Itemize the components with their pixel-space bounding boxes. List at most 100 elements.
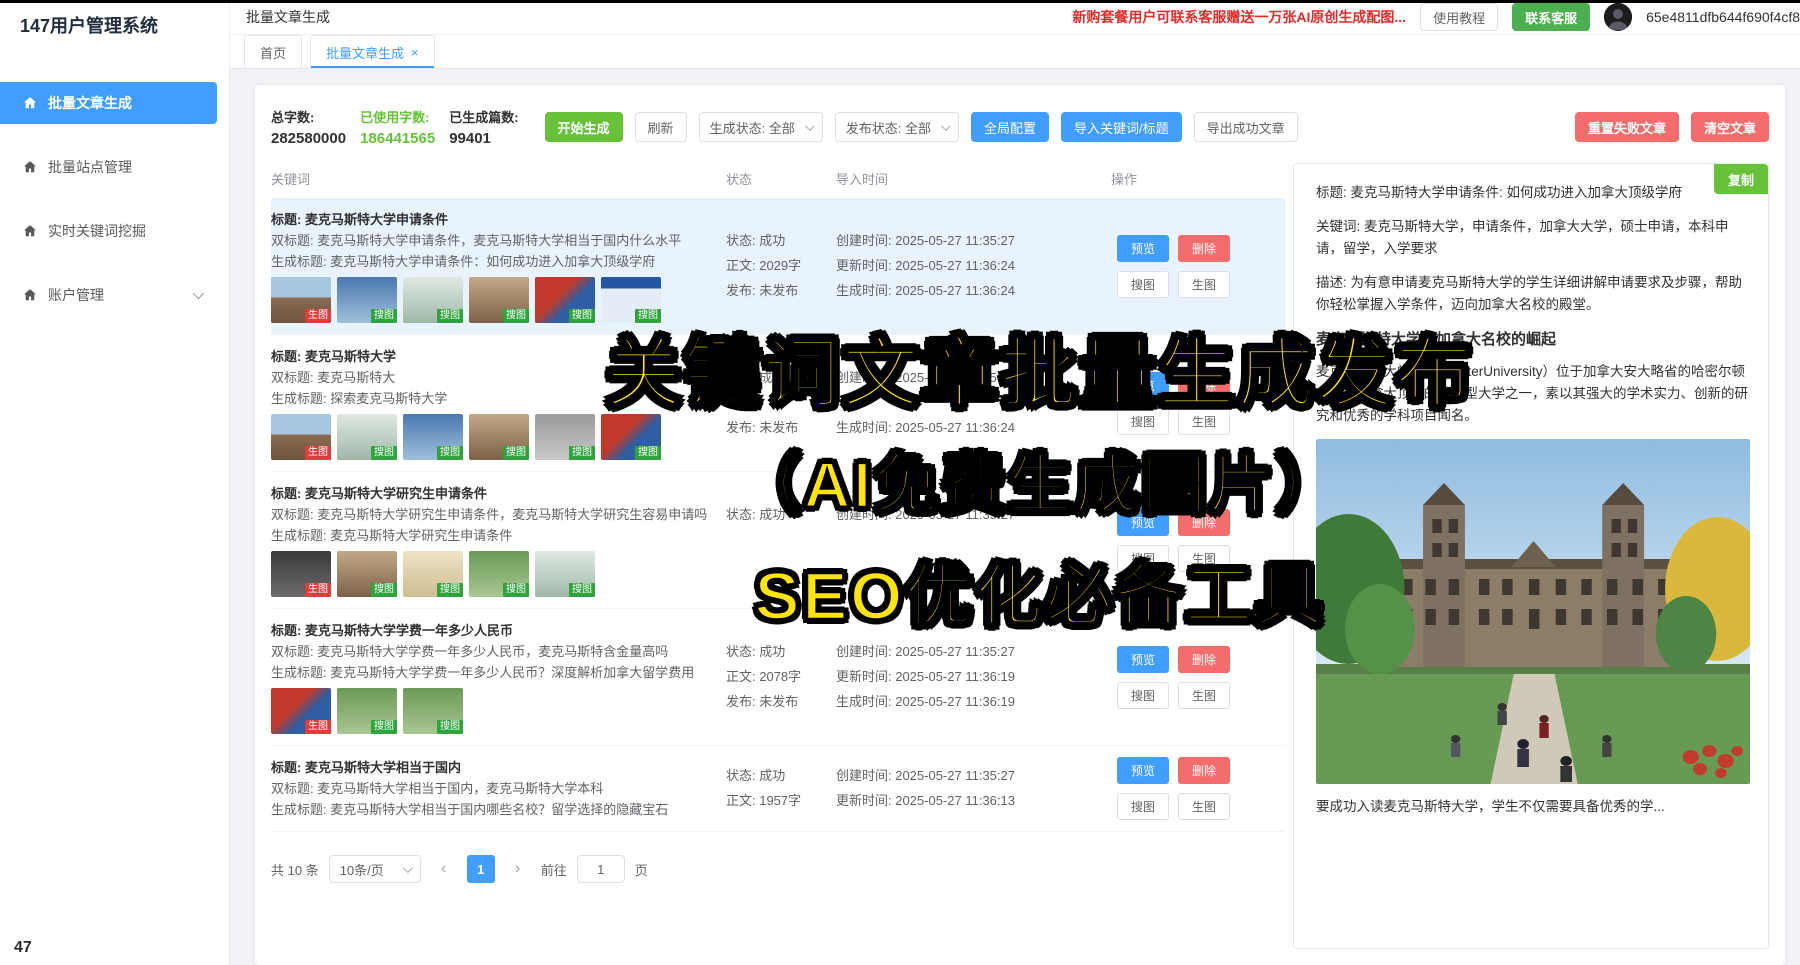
campus-photo [1316, 439, 1750, 784]
import-keywords-button[interactable]: 导入关键词/标题 [1061, 112, 1182, 142]
sidebar-item-label: 实时关键词挖掘 [48, 221, 146, 241]
preview-button[interactable]: 预览 [1117, 757, 1169, 784]
tab[interactable]: 首页 × [244, 35, 302, 68]
generate-image-button[interactable]: 生图 [1178, 545, 1230, 572]
page-number-1[interactable]: 1 [467, 855, 495, 883]
preview-footer: 要成功入读麦克马斯特大学，学生不仅需要具备优秀的学... [1316, 796, 1750, 818]
generate-image-button[interactable]: 生图 [1178, 682, 1230, 709]
generation-status-select[interactable]: 生成状态: 全部 [699, 112, 823, 142]
search-image-button[interactable]: 搜图 [1117, 408, 1169, 435]
search-image-button[interactable]: 搜图 [1117, 545, 1169, 572]
preview-button[interactable]: 预览 [1117, 509, 1169, 536]
article-thumbnail[interactable]: 搜图 [601, 414, 661, 460]
avatar[interactable] [1604, 3, 1632, 31]
sidebar-item[interactable]: 批量文章生成 [0, 82, 217, 124]
global-config-button[interactable]: 全局配置 [971, 112, 1049, 142]
status-text: 状态: 成功 [726, 641, 836, 663]
status-text: 状态: 成功 [726, 230, 836, 252]
contact-support-button[interactable]: 联系客服 [1512, 3, 1590, 31]
delete-button[interactable]: 删除 [1178, 757, 1230, 784]
table-rows-viewport[interactable]: 标题: 麦克马斯特大学申请条件 双标题: 麦克马斯特大学申请条件，麦克马斯特大学… [271, 198, 1285, 841]
copy-button[interactable]: 复制 [1714, 164, 1768, 194]
generate-image-button[interactable]: 生图 [1178, 271, 1230, 298]
table-row[interactable]: 标题: 麦克马斯特大学学费一年多少人民币 双标题: 麦克马斯特大学学费一年多少人… [271, 609, 1285, 746]
article-thumbnail[interactable]: 搜图 [535, 414, 595, 460]
sidebar-item[interactable]: 实时关键词挖掘 [0, 210, 217, 252]
article-thumbnail[interactable]: 搜图 [337, 277, 397, 323]
column-header-actions: 操作 [1111, 169, 1285, 188]
goto-unit: 页 [635, 860, 648, 879]
article-thumbnail[interactable]: 搜图 [403, 277, 463, 323]
article-thumbnail[interactable]: 搜图 [469, 277, 529, 323]
delete-button[interactable]: 删除 [1178, 372, 1230, 399]
article-thumbnail[interactable]: 搜图 [403, 414, 463, 460]
page-size-select[interactable]: 10条/页 [329, 855, 421, 883]
tutorial-button[interactable]: 使用教程 [1420, 3, 1498, 31]
actions-cell: 预览删除搜图生图 [1111, 483, 1285, 597]
article-thumbnail[interactable]: 生图 [271, 688, 331, 734]
sidebar-item[interactable]: 账户管理 [0, 274, 217, 316]
goto-page-input[interactable] [577, 855, 625, 883]
user-avatar-icon [1604, 3, 1632, 31]
publish-status-select[interactable]: 发布状态: 全部 [835, 112, 959, 142]
sidebar-item-label: 批量文章生成 [48, 93, 132, 113]
chevron-down-icon [193, 288, 204, 299]
home-icon [22, 159, 38, 175]
refresh-button[interactable]: 刷新 [635, 112, 687, 142]
stat-value: 186441565 [360, 130, 435, 147]
article-title: 标题: 麦克马斯特大学相当于国内 [271, 757, 712, 778]
delete-button[interactable]: 删除 [1178, 235, 1230, 262]
time-text: 生成时间: 2025-05-27 11:36:24 [836, 280, 1111, 302]
article-thumbnail[interactable]: 搜图 [337, 414, 397, 460]
start-generate-button[interactable]: 开始生成 [545, 112, 623, 142]
article-thumbnail[interactable]: 搜图 [469, 414, 529, 460]
generate-image-button[interactable]: 生图 [1178, 793, 1230, 820]
preview-description: 描述: 为有意申请麦克马斯特大学的学生详细讲解申请要求及步骤，帮助你轻松掌握入学… [1316, 272, 1750, 316]
article-thumbnail[interactable]: 搜图 [469, 551, 529, 597]
tab-label: 批量文章生成 [326, 43, 404, 62]
preview-button[interactable]: 预览 [1117, 372, 1169, 399]
status-cell: 状态: 成功创建时间: 2025-05-27 11:35:27 [726, 483, 1111, 597]
chevron-down-icon [941, 121, 951, 131]
reset-failed-button[interactable]: 重置失败文章 [1575, 112, 1679, 142]
search-image-button[interactable]: 搜图 [1117, 793, 1169, 820]
generate-image-button[interactable]: 生图 [1178, 408, 1230, 435]
status-time-line: 正文: 2078字更新时间: 2025-05-27 11:36:19 [726, 666, 1111, 688]
status-text: 发布: 未发布 [726, 417, 836, 439]
table-row[interactable]: 标题: 麦克马斯特大学相当于国内 双标题: 麦克马斯特大学相当于国内，麦克马斯特… [271, 746, 1285, 832]
article-thumbnail[interactable]: 搜图 [535, 277, 595, 323]
search-image-button[interactable]: 搜图 [1117, 682, 1169, 709]
search-image-badge: 搜图 [503, 583, 529, 597]
delete-button[interactable]: 删除 [1178, 509, 1230, 536]
tab[interactable]: 批量文章生成 × [310, 35, 435, 68]
export-success-button[interactable]: 导出成功文章 [1194, 112, 1298, 142]
article-thumbnail[interactable]: 生图 [271, 277, 331, 323]
close-icon[interactable]: × [411, 46, 419, 59]
prev-page-button[interactable]: ‹ [431, 855, 457, 883]
search-image-badge: 搜图 [437, 446, 463, 460]
article-preview-panel: 复制 标题: 麦克马斯特大学申请条件: 如何成功进入加拿大顶级学府 关键词: 麦… [1293, 163, 1769, 949]
next-page-button[interactable]: › [505, 855, 531, 883]
article-thumbnail[interactable]: 生图 [271, 551, 331, 597]
table-row[interactable]: 标题: 麦克马斯特大学研究生申请条件 双标题: 麦克马斯特大学研究生申请条件，麦… [271, 472, 1285, 609]
article-thumbnail[interactable]: 搜图 [337, 688, 397, 734]
preview-button[interactable]: 预览 [1117, 646, 1169, 673]
article-thumbnail[interactable]: 生图 [271, 414, 331, 460]
clear-articles-button[interactable]: 清空文章 [1691, 112, 1769, 142]
article-generated-title: 生成标题: 麦克马斯特大学申请条件：如何成功进入加拿大顶级学府 [271, 251, 712, 272]
search-image-button[interactable]: 搜图 [1117, 271, 1169, 298]
tabbar: 首页 × 批量文章生成 × [230, 35, 1800, 69]
promo-notice[interactable]: 新购套餐用户可联系客服赠送一万张AI原创生成配图... [1072, 7, 1406, 27]
preview-button[interactable]: 预览 [1117, 235, 1169, 262]
article-thumbnail[interactable]: 搜图 [403, 688, 463, 734]
article-thumbnail[interactable]: 搜图 [403, 551, 463, 597]
article-thumbnail[interactable]: 搜图 [535, 551, 595, 597]
search-image-badge: 搜图 [437, 309, 463, 323]
article-thumbnail[interactable]: 搜图 [601, 277, 661, 323]
table-row[interactable]: 标题: 麦克马斯特大学 双标题: 麦克马斯特大 生成标题: 探索麦克马斯特大学 … [271, 335, 1285, 472]
table-row[interactable]: 标题: 麦克马斯特大学申请条件 双标题: 麦克马斯特大学申请条件，麦克马斯特大学… [271, 198, 1285, 335]
article-thumbnail[interactable]: 搜图 [337, 551, 397, 597]
sidebar-item[interactable]: 批量站点管理 [0, 146, 217, 188]
delete-button[interactable]: 删除 [1178, 646, 1230, 673]
keyword-cell: 标题: 麦克马斯特大学相当于国内 双标题: 麦克马斯特大学相当于国内，麦克马斯特… [271, 757, 726, 820]
